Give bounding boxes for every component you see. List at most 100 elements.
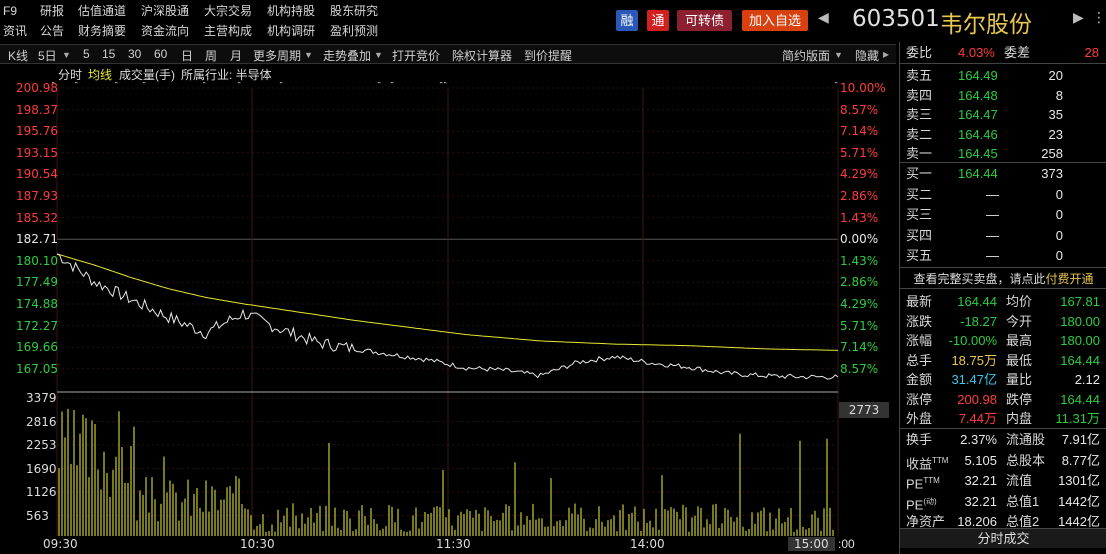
menu-research[interactable]: 研报 — [40, 1, 64, 21]
tab-kline[interactable]: K线 — [8, 47, 28, 64]
menu-institution[interactable]: 机构持股 — [267, 1, 315, 21]
menu-survey[interactable]: 机构调研 — [267, 21, 315, 41]
subscribe-link[interactable]: 付费开通 — [1046, 272, 1094, 286]
event-marker-icon[interactable]: * — [114, 82, 119, 90]
menu-forecast[interactable]: 盈利预测 — [330, 21, 378, 41]
event-marker-icon[interactable]: * — [142, 82, 147, 90]
bid-row[interactable]: 买三 — 0 — [900, 205, 1106, 224]
bid-row[interactable]: 买五 — 0 — [900, 246, 1106, 265]
volume-tick-label: 2816 — [26, 414, 57, 429]
ask-price: 164.47 — [958, 107, 998, 122]
price-tick-label: 198.37 — [16, 102, 58, 117]
pct-tick-label: 0.00% — [840, 232, 879, 247]
stat-value: 32.21 — [964, 473, 997, 488]
event-marker-icon[interactable]: * — [237, 82, 242, 90]
ex-rights-calculator-button[interactable]: 除权计算器 — [452, 47, 512, 64]
ask-row[interactable]: 卖五 164.49 20 — [900, 66, 1106, 85]
weicha-label: 委差 — [1004, 45, 1031, 60]
legend-avg-line[interactable]: 均线 — [88, 66, 112, 83]
menu-fund-flow[interactable]: 资金流向 — [141, 21, 189, 41]
menu-valuation[interactable]: 估值通道 — [78, 1, 126, 21]
stat-value-2: 8.77亿 — [1061, 452, 1100, 468]
chevron-down-icon[interactable]: ▼ — [834, 50, 843, 60]
bid-row[interactable]: 买四 — 0 — [900, 226, 1106, 245]
stat-label-2: 最高 — [1006, 333, 1033, 348]
margin-badge[interactable]: 融 — [616, 10, 638, 31]
next-stock-icon[interactable]: ▶ — [1073, 9, 1084, 26]
event-marker-icon[interactable]: * — [390, 82, 395, 90]
price-tick-label: 172.27 — [16, 318, 58, 333]
tab-30min[interactable]: 30 — [128, 47, 141, 61]
bid-price: — — [986, 186, 999, 202]
price-tick-label: 195.76 — [16, 124, 58, 139]
stat-value: 2.37% — [960, 432, 997, 447]
event-marker-icon[interactable]: * — [377, 82, 382, 90]
tab-15min[interactable]: 15 — [102, 47, 115, 61]
bid-volume: 373 — [1041, 166, 1063, 181]
tab-5min[interactable]: 5 — [83, 47, 90, 61]
stat-row: 外盘 7.44万 内盘 11.31万 — [900, 409, 1106, 428]
menu-news[interactable]: 资讯 — [3, 21, 27, 41]
tab-week[interactable]: 周 — [205, 47, 217, 64]
layout-dropdown[interactable]: 简约版面 — [782, 47, 830, 64]
add-watchlist-button[interactable]: 加入自选 — [742, 10, 808, 31]
tab-day[interactable]: 日 — [181, 47, 193, 64]
ask-row[interactable]: 卖四 164.48 8 — [900, 86, 1106, 105]
event-marker-icon[interactable]: * — [202, 82, 207, 90]
bid-row[interactable]: 买二 — 0 — [900, 185, 1106, 204]
legend-industry: 所属行业: 半导体 — [181, 68, 272, 82]
stat-label-text: 涨停 — [906, 391, 933, 407]
stat-label-2: 跌停 — [1006, 391, 1033, 407]
stat-label: 金额 — [906, 370, 932, 389]
dropdown-icon[interactable]: ▼ — [62, 50, 71, 60]
ask-row[interactable]: 卖一 164.45 258 — [900, 144, 1106, 163]
menu-announcement[interactable]: 公告 — [40, 21, 64, 41]
menu-shareholder[interactable]: 股东研究 — [330, 1, 378, 21]
event-marker-icon[interactable]: * — [443, 82, 448, 90]
stat-row: 换手 2.37% 流通股 7.91亿 — [900, 430, 1106, 449]
stat-label-text: 净资产 — [906, 514, 946, 529]
stat-value-2: 180.00 — [1060, 313, 1100, 329]
ask-price: 164.46 — [958, 126, 998, 142]
stat-label: 涨跌 — [906, 312, 932, 331]
more-periods-dropdown[interactable]: 更多周期 — [253, 47, 301, 64]
intraday-chart[interactable]: * * * * * * * * * * * * 200.98 10.00% 198.37 8.57% 195.… — [0, 81, 896, 554]
expand-icon[interactable]: ▸ — [883, 47, 889, 61]
chevron-down-icon[interactable]: ▼ — [374, 50, 383, 60]
chevron-down-icon[interactable]: ▼ — [304, 50, 313, 60]
price-tick-label: 182.71 — [16, 232, 58, 247]
open-auction-button[interactable]: 打开竞价 — [392, 47, 440, 64]
menu-connect[interactable]: 沪深股通 — [141, 1, 189, 21]
period-toolbar: K线 5日 ▼ 5 15 30 60 日 周 月 更多周期 ▼ 走势叠加 ▼ 打… — [0, 44, 896, 64]
menu-block-trade[interactable]: 大宗交易 — [204, 1, 252, 21]
overlay-dropdown[interactable]: 走势叠加 — [323, 47, 371, 64]
legend-fenshi[interactable]: 分时 — [58, 66, 82, 83]
price-tick-label: 187.93 — [16, 189, 58, 203]
event-marker-icon[interactable]: * — [74, 82, 79, 90]
stat-label-2: 量比 — [1006, 372, 1033, 387]
full-depth-banner[interactable]: 查看完整买卖盘，请点此付费开通 — [900, 267, 1106, 289]
menu-f9[interactable]: F9 — [3, 1, 17, 21]
ask-row[interactable]: 卖二 164.46 23 — [900, 125, 1106, 144]
more-icon[interactable]: ⋮ — [1092, 9, 1106, 26]
ask-volume: 8 — [1055, 87, 1063, 103]
tab-month[interactable]: 月 — [230, 47, 242, 64]
event-marker-icon[interactable]: * — [834, 82, 839, 90]
tab-60min[interactable]: 60 — [154, 47, 167, 61]
ask-row[interactable]: 卖三 164.47 35 — [900, 105, 1106, 124]
price-alert-button[interactable]: 到价提醒 — [524, 47, 572, 64]
event-marker-icon[interactable]: * — [279, 82, 284, 90]
menu-financial[interactable]: 财务摘要 — [78, 21, 126, 41]
stat-label-text: 外盘 — [906, 411, 933, 426]
stat-row: PETTM 32.21 流值 1301亿 — [900, 471, 1106, 491]
convertible-bond-button[interactable]: 可转债 — [677, 10, 732, 31]
hide-button[interactable]: 隐藏 — [855, 47, 879, 64]
prev-stock-icon[interactable]: ◀ — [818, 9, 829, 26]
tick-trades-button[interactable]: 分时成交 — [900, 528, 1106, 548]
chart-canvas[interactable]: * * * * * * * * * * * * — [0, 82, 896, 554]
menu-business[interactable]: 主营构成 — [204, 21, 252, 41]
tab-5day[interactable]: 5日 — [38, 47, 57, 64]
bid-row[interactable]: 买一 164.44 373 — [900, 164, 1106, 183]
ask-level-label: 卖二 — [906, 126, 933, 142]
connect-badge[interactable]: 通 — [647, 10, 669, 31]
